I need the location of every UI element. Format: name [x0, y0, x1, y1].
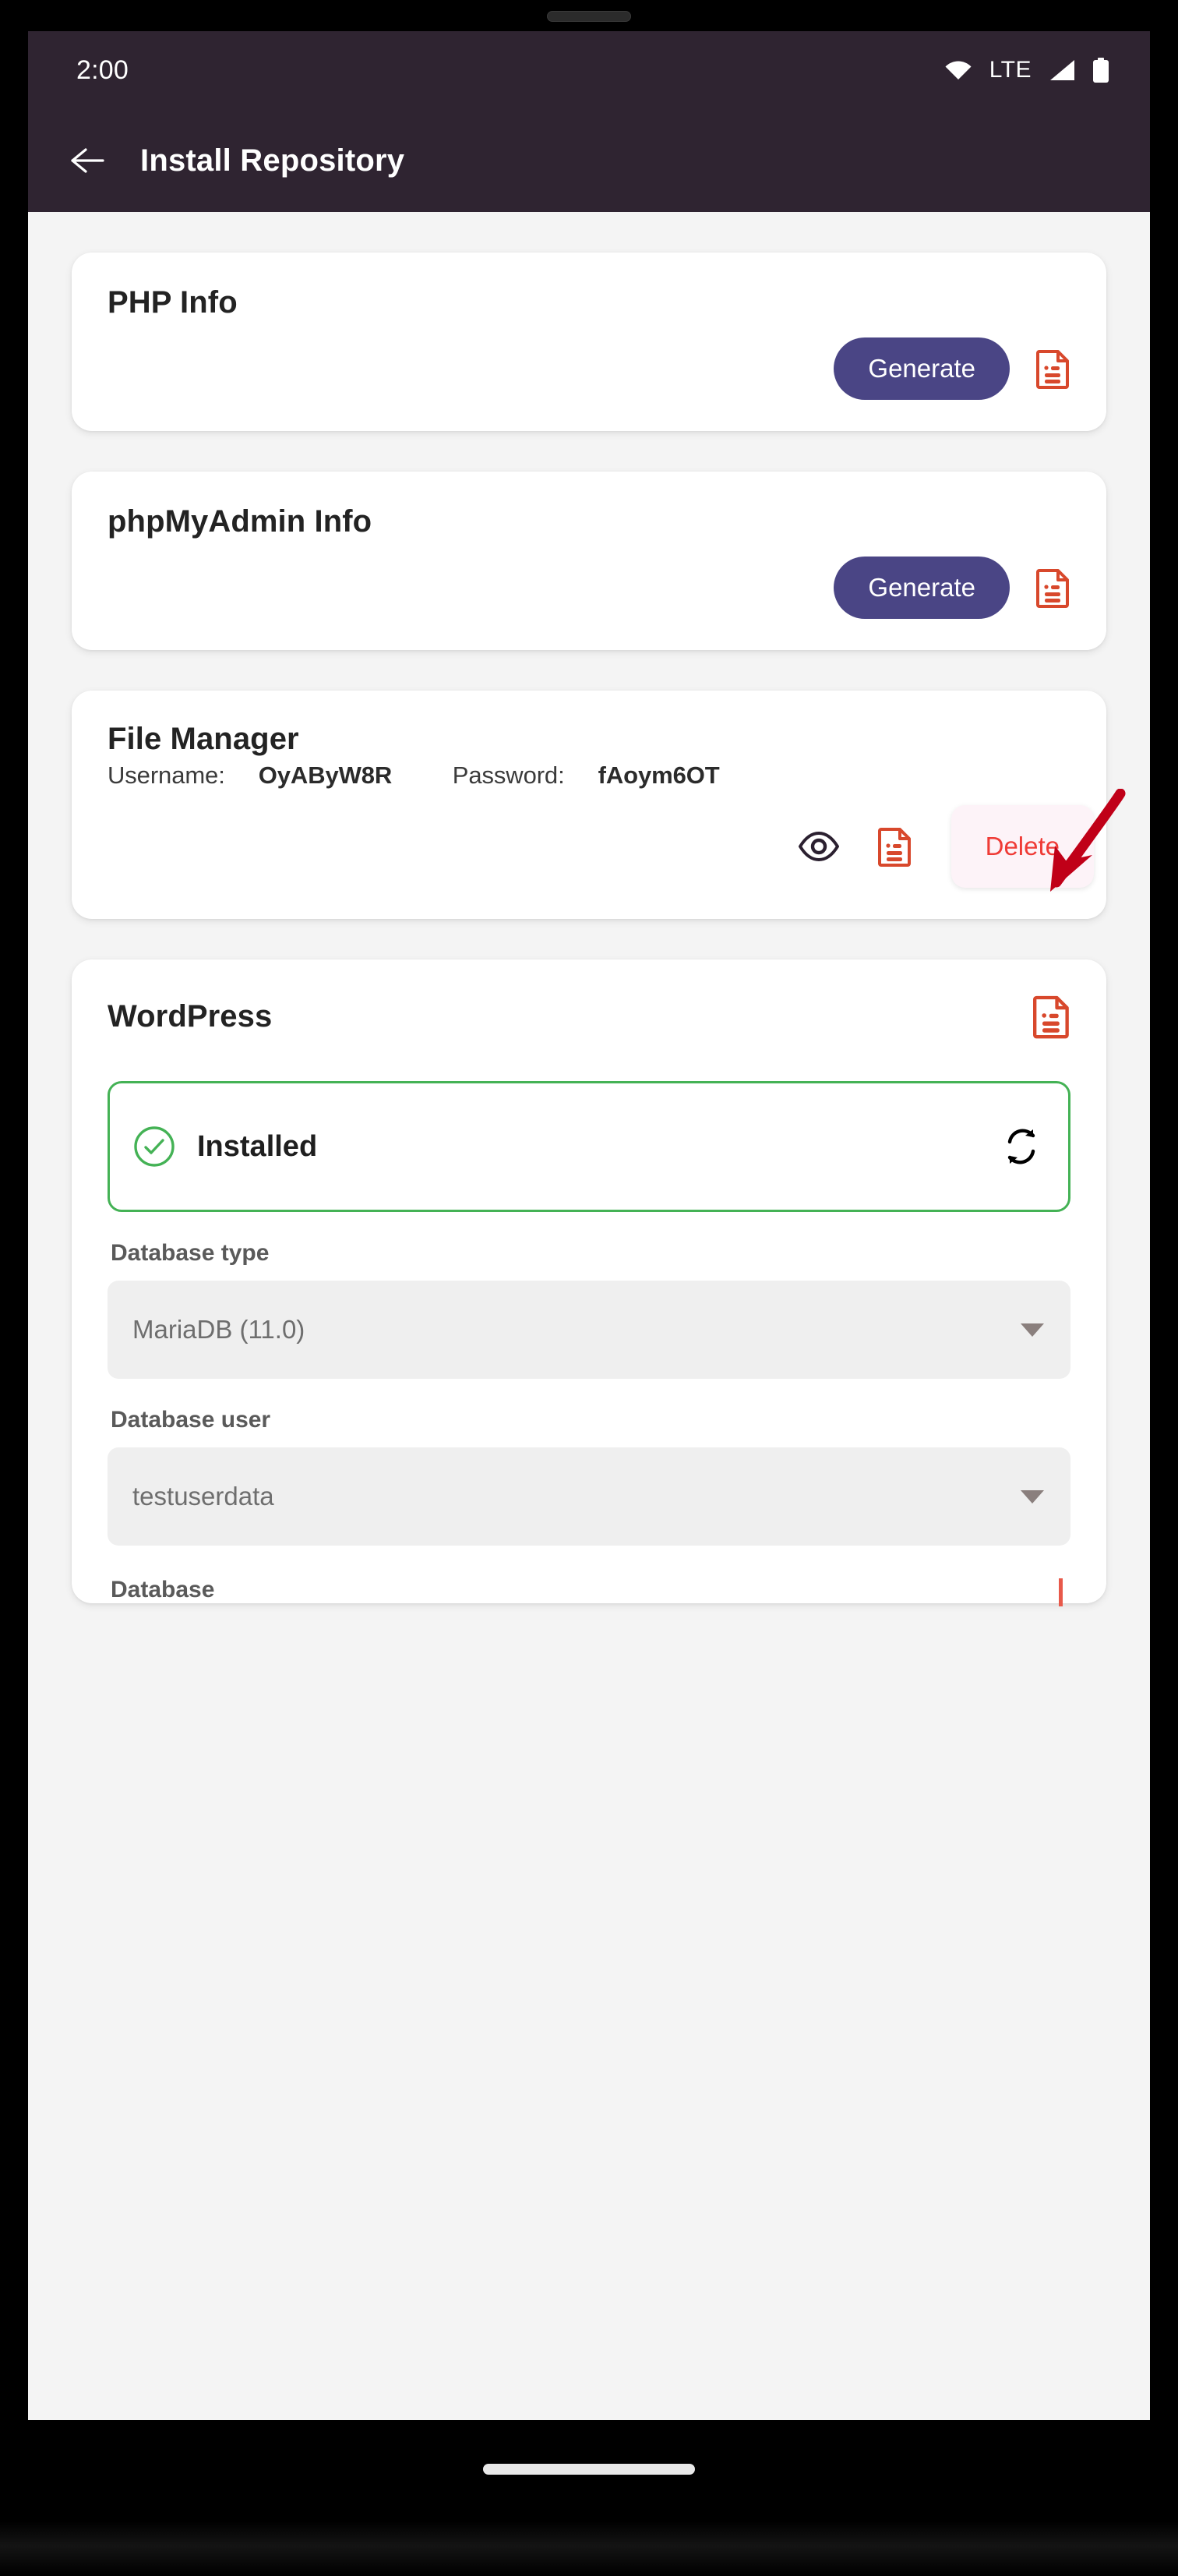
- phpmyadmin-info-document-icon[interactable]: [1036, 567, 1070, 608]
- database-user-select[interactable]: testuserdata: [108, 1447, 1070, 1546]
- wordpress-header: WordPress: [108, 994, 1070, 1039]
- wifi-icon: [945, 61, 972, 80]
- file-manager-actions: Delete: [108, 805, 1094, 888]
- database-type-select[interactable]: MariaDB (11.0): [108, 1281, 1070, 1379]
- file-manager-document-icon[interactable]: [877, 826, 912, 867]
- wordpress-status-box: Installed: [108, 1081, 1070, 1212]
- frame-bottom-glow: [0, 2521, 1178, 2576]
- chevron-down-icon: [1021, 1323, 1044, 1337]
- php-info-title: PHP Info: [108, 285, 238, 320]
- status-icons: LTE: [944, 57, 1109, 83]
- wordpress-title: WordPress: [108, 998, 273, 1034]
- page-title: Install Repository: [140, 143, 405, 178]
- card-php-info: PHP Info Generate: [72, 253, 1106, 431]
- phpmyadmin-info-generate-button[interactable]: Generate: [834, 557, 1010, 619]
- php-info-generate-button[interactable]: Generate: [834, 337, 1010, 400]
- password-label: Password:: [452, 761, 565, 789]
- php-info-document-icon[interactable]: [1036, 348, 1070, 389]
- username-label: Username:: [108, 761, 225, 789]
- speaker-grille: [547, 11, 631, 22]
- check-circle-icon: [134, 1126, 175, 1167]
- card-file-manager: File Manager Username: OyAByW8R Password…: [72, 691, 1106, 919]
- page-content: PHP Info Generate phpMyAdmin Info Genera…: [28, 253, 1150, 2420]
- phone-frame: 2:00 LTE Install Repository PHP Info Gen…: [0, 0, 1178, 2576]
- file-manager-credentials: Username: OyAByW8R Password: fAoym6OT: [108, 761, 1070, 790]
- network-type-label: LTE: [989, 57, 1032, 83]
- username-value: OyAByW8R: [258, 761, 393, 789]
- arrow-left-icon: [71, 148, 104, 173]
- refresh-icon[interactable]: [1001, 1126, 1042, 1167]
- home-indicator[interactable]: [483, 2464, 695, 2475]
- database-type-label: Database type: [111, 1240, 270, 1266]
- database-label-cutoff: Database: [111, 1577, 1070, 1606]
- card-phpmyadmin-info: phpMyAdmin Info Generate: [72, 472, 1106, 650]
- signal-icon: [1050, 60, 1074, 80]
- file-manager-title: File Manager: [108, 722, 299, 756]
- required-marker: [1059, 1578, 1063, 1606]
- status-bar: 2:00 LTE: [28, 31, 1150, 109]
- status-clock: 2:00: [76, 55, 129, 85]
- php-info-actions: Generate: [108, 337, 1070, 400]
- back-button[interactable]: [65, 139, 109, 182]
- database-user-value: testuserdata: [132, 1482, 274, 1511]
- phone-screen: 2:00 LTE Install Repository PHP Info Gen…: [28, 31, 1150, 2420]
- database-user-label: Database user: [111, 1407, 271, 1433]
- wordpress-status-text: Installed: [197, 1129, 318, 1163]
- password-value: fAoym6OT: [598, 761, 720, 789]
- phpmyadmin-info-title: phpMyAdmin Info: [108, 504, 372, 539]
- database-type-value: MariaDB (11.0): [132, 1315, 305, 1344]
- phpmyadmin-info-actions: Generate: [108, 557, 1070, 619]
- delete-button[interactable]: Delete: [951, 805, 1094, 888]
- eye-icon[interactable]: [798, 831, 839, 862]
- wordpress-document-icon[interactable]: [1033, 994, 1070, 1039]
- database-label-text: Database: [111, 1577, 215, 1602]
- chevron-down-icon: [1021, 1489, 1044, 1504]
- battery-icon: [1093, 58, 1109, 83]
- app-bar: Install Repository: [28, 109, 1150, 212]
- card-wordpress: WordPress Installed Database type MariaD…: [72, 959, 1106, 1606]
